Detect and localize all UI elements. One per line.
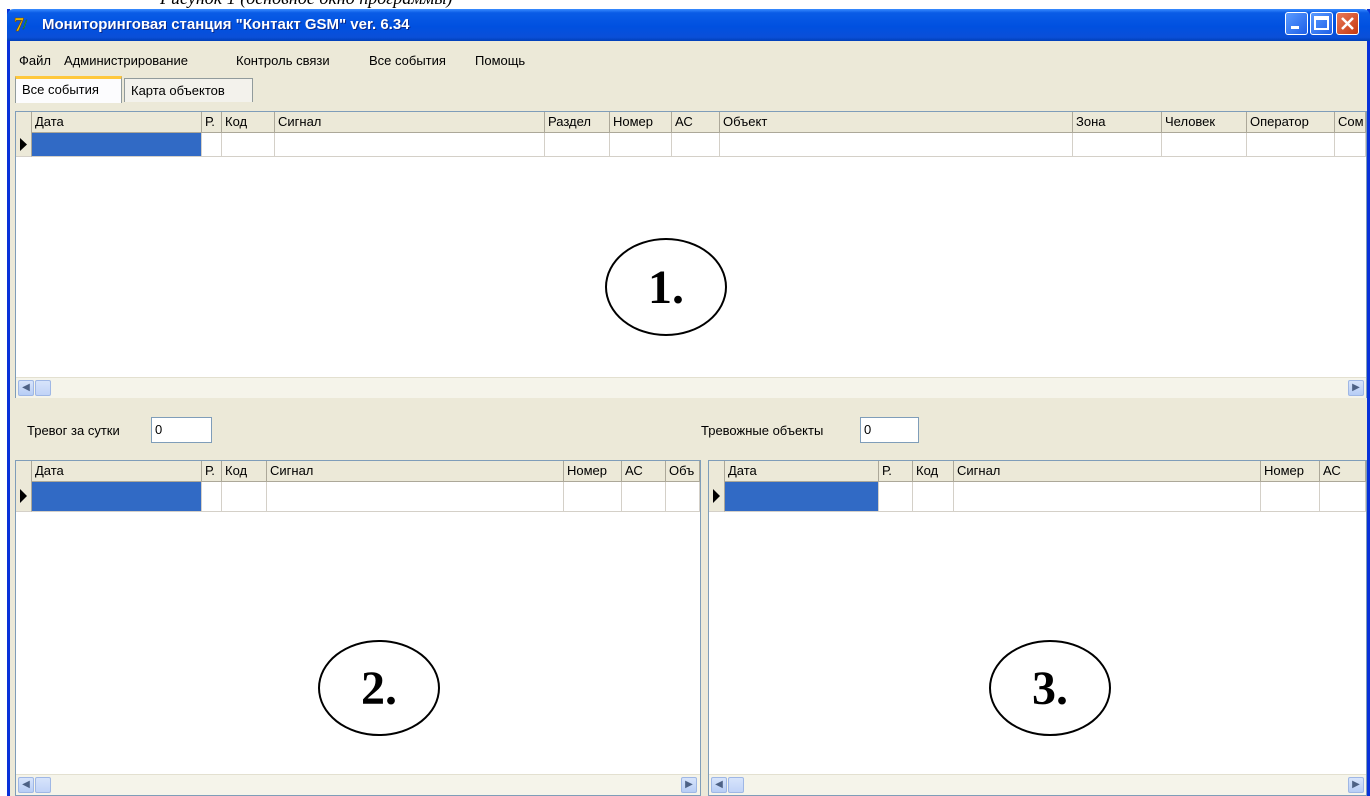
- tab-all-events[interactable]: Все события: [15, 76, 122, 103]
- col-header-code[interactable]: Код: [222, 112, 275, 133]
- grid-cell[interactable]: [202, 133, 222, 157]
- top-caption: Рисунок 1 (основное окно программы): [0, 0, 1370, 9]
- col-header-date[interactable]: Дата: [32, 112, 202, 133]
- col-header-signal[interactable]: Сигнал: [275, 112, 545, 133]
- grid-cell[interactable]: [222, 133, 275, 157]
- scroll-thumb[interactable]: [35, 380, 51, 396]
- grid-cell[interactable]: [1247, 133, 1335, 157]
- grid-corner: [16, 112, 32, 133]
- col-header-zone[interactable]: Зона: [1073, 112, 1162, 133]
- alarms-grid[interactable]: Дата Р. Код Сигнал Номер АС Объ ◀ ▶: [15, 460, 701, 796]
- scroll-thumb[interactable]: [35, 777, 51, 793]
- svg-text:/: /: [22, 18, 28, 33]
- grid-cell[interactable]: [1073, 133, 1162, 157]
- scroll-left-icon[interactable]: ◀: [711, 777, 727, 793]
- grid-cell[interactable]: [545, 133, 610, 157]
- col-header-person[interactable]: Человек: [1162, 112, 1247, 133]
- maximize-button[interactable]: [1310, 12, 1333, 35]
- col-header-date[interactable]: Дата: [725, 461, 879, 482]
- col-header-object[interactable]: Объект: [720, 112, 1073, 133]
- marker-3: 3.: [989, 640, 1111, 736]
- alarm-objects-label: Тревожные объекты: [701, 423, 824, 438]
- grid-cell[interactable]: [202, 482, 222, 512]
- alarms-today-field[interactable]: 0: [151, 417, 212, 443]
- menu-connection-control[interactable]: Контроль связи: [236, 53, 330, 68]
- grid-cell[interactable]: [672, 133, 720, 157]
- col-header-r[interactable]: Р.: [202, 112, 222, 133]
- grid-corner: [16, 461, 32, 482]
- panel-splitter[interactable]: [701, 460, 708, 796]
- window-title: Мониторинговая станция "Контакт GSM" ver…: [42, 16, 410, 33]
- grid-cell[interactable]: [610, 133, 672, 157]
- col-header-date[interactable]: Дата: [32, 461, 202, 482]
- scroll-right-icon[interactable]: ▶: [681, 777, 697, 793]
- minimize-button[interactable]: [1285, 12, 1308, 35]
- scroll-right-icon[interactable]: ▶: [1348, 380, 1364, 396]
- menu-administration[interactable]: Администрирование: [64, 53, 188, 68]
- horizontal-scrollbar[interactable]: ◀ ▶: [16, 377, 1366, 398]
- grid-cell[interactable]: [1261, 482, 1320, 512]
- grid-cell[interactable]: [1162, 133, 1247, 157]
- col-header-signal[interactable]: Сигнал: [267, 461, 564, 482]
- col-header-com[interactable]: Сом: [1335, 112, 1366, 133]
- horizontal-scrollbar[interactable]: ◀ ▶: [709, 774, 1366, 795]
- col-header-code[interactable]: Код: [913, 461, 954, 482]
- grid-cell[interactable]: [275, 133, 545, 157]
- col-header-r[interactable]: Р.: [202, 461, 222, 482]
- col-header-object[interactable]: Объ: [666, 461, 700, 482]
- grid-cell[interactable]: [267, 482, 564, 512]
- grid-cell[interactable]: [222, 482, 267, 512]
- menu-bar: [10, 41, 1367, 75]
- col-header-r[interactable]: Р.: [879, 461, 913, 482]
- tab-object-map[interactable]: Карта объектов: [124, 78, 253, 102]
- close-icon: [1341, 17, 1354, 30]
- grid-cell[interactable]: [879, 482, 913, 512]
- grid-cell[interactable]: [622, 482, 666, 512]
- col-header-number[interactable]: Номер: [610, 112, 672, 133]
- alarm-objects-grid[interactable]: Дата Р. Код Сигнал Номер АС ◀ ▶: [708, 460, 1367, 796]
- menu-file[interactable]: Файл: [19, 53, 51, 68]
- grid-cell[interactable]: [32, 133, 202, 157]
- row-indicator: [16, 133, 32, 157]
- grid-cell[interactable]: [666, 482, 700, 512]
- col-header-section[interactable]: Раздел: [545, 112, 610, 133]
- scroll-left-icon[interactable]: ◀: [18, 380, 34, 396]
- row-indicator: [16, 482, 32, 512]
- scroll-right-icon[interactable]: ▶: [1348, 777, 1364, 793]
- marker-1: 1.: [605, 238, 727, 336]
- menu-help[interactable]: Помощь: [475, 53, 525, 68]
- app-logo-icon: 7 /: [14, 14, 29, 35]
- col-header-as[interactable]: АС: [622, 461, 666, 482]
- minimize-icon: [1291, 26, 1299, 29]
- close-button[interactable]: [1336, 12, 1359, 35]
- current-row-arrow-icon: [20, 138, 27, 151]
- row-indicator: [709, 482, 725, 512]
- grid-cell[interactable]: [913, 482, 954, 512]
- current-row-arrow-icon: [713, 489, 720, 503]
- grid-cell[interactable]: [32, 482, 202, 512]
- col-header-as[interactable]: АС: [672, 112, 720, 133]
- grid-cell[interactable]: [1320, 482, 1366, 512]
- col-header-operator[interactable]: Оператор: [1247, 112, 1335, 133]
- grid-cell[interactable]: [564, 482, 622, 512]
- current-row-arrow-icon: [20, 489, 27, 503]
- scroll-thumb[interactable]: [728, 777, 744, 793]
- alarms-today-label: Тревог за сутки: [27, 423, 120, 438]
- grid-cell[interactable]: [725, 482, 879, 512]
- col-header-signal[interactable]: Сигнал: [954, 461, 1261, 482]
- grid-cell[interactable]: [1335, 133, 1366, 157]
- horizontal-scrollbar[interactable]: ◀ ▶: [16, 774, 700, 795]
- maximize-icon: [1314, 16, 1329, 30]
- scroll-left-icon[interactable]: ◀: [18, 777, 34, 793]
- grid-corner: [709, 461, 725, 482]
- col-header-number[interactable]: Номер: [564, 461, 622, 482]
- marker-2: 2.: [318, 640, 440, 736]
- grid-cell[interactable]: [954, 482, 1261, 512]
- col-header-number[interactable]: Номер: [1261, 461, 1320, 482]
- col-header-code[interactable]: Код: [222, 461, 267, 482]
- alarm-objects-field[interactable]: 0: [860, 417, 919, 443]
- grid-cell[interactable]: [720, 133, 1073, 157]
- col-header-as[interactable]: АС: [1320, 461, 1366, 482]
- menu-all-events[interactable]: Все события: [369, 53, 446, 68]
